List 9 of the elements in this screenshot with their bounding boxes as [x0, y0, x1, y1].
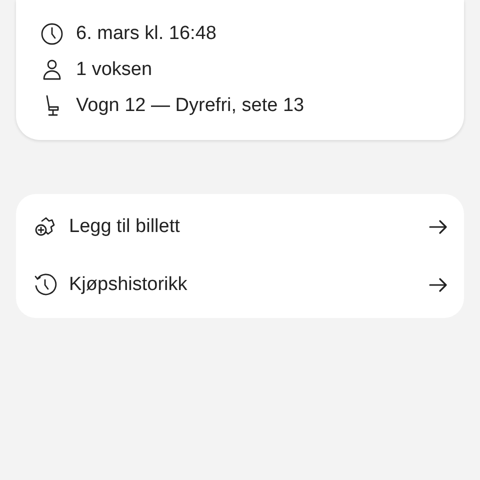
- trip-detail-text: Vogn 12 — Dyrefri, sete 13: [76, 94, 304, 118]
- arrow-right-icon: [429, 220, 447, 234]
- arrow-right-icon: [429, 278, 447, 292]
- clock-icon: [40, 22, 64, 46]
- trip-detail-text: 1 voksen: [76, 58, 152, 82]
- menu-item[interactable]: Legg til billett: [16, 198, 464, 256]
- menu-item[interactable]: Kjøpshistorikk: [16, 256, 464, 314]
- history-icon: [33, 273, 57, 297]
- trip-detail-text: 6. mars kl. 16:48: [76, 22, 216, 46]
